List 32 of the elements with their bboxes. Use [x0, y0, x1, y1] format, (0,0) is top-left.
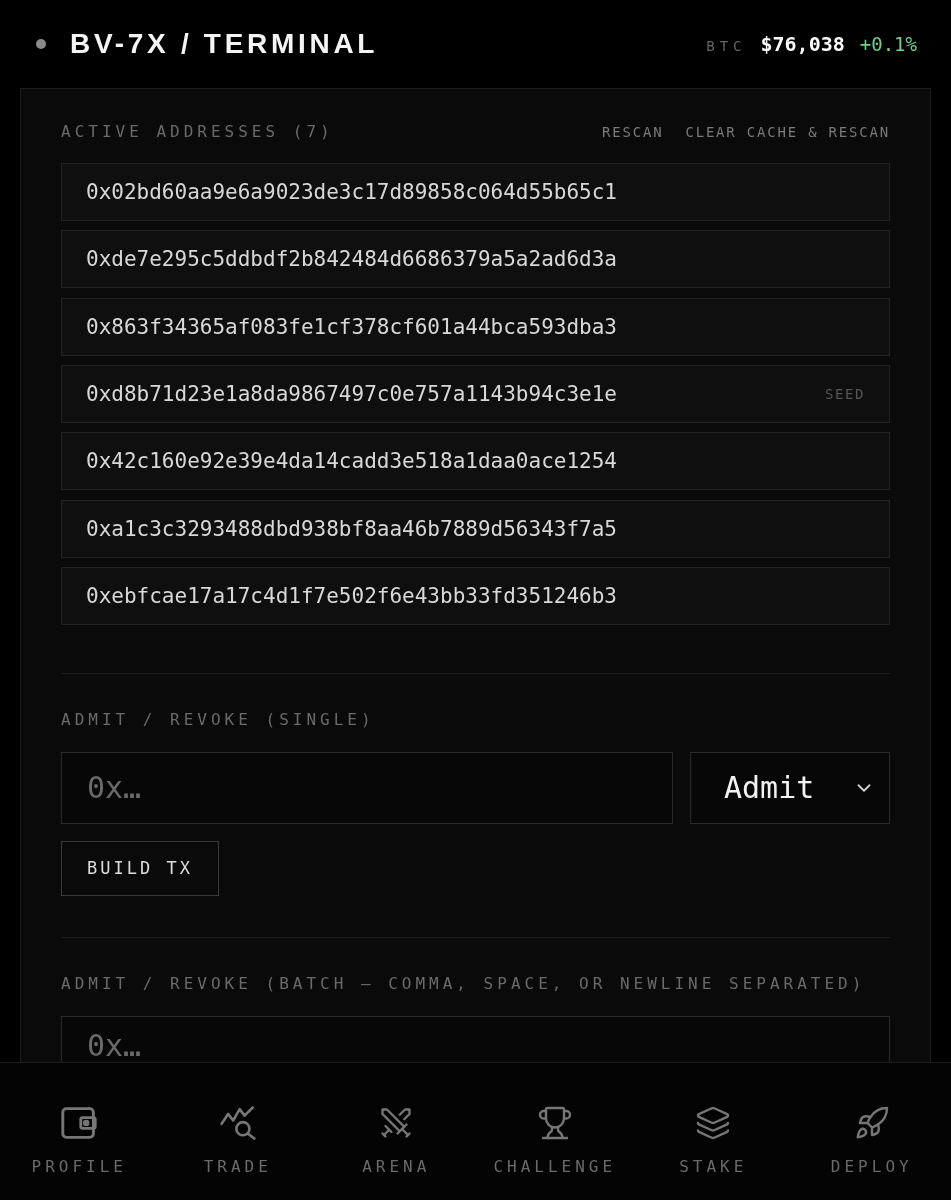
nav-item[interactable]: PROFILE — [0, 1063, 159, 1200]
address-text: 0x02bd60aa9e6a9023de3c17d89858c064d55b65c1 — [86, 180, 617, 204]
status-dot-icon — [36, 39, 46, 49]
action-link[interactable]: CLEAR CACHE & RESCAN — [685, 122, 890, 142]
trophy-icon — [536, 1105, 573, 1141]
action-select[interactable]: Admit — [690, 751, 890, 824]
nav-item[interactable]: DEPLOY — [792, 1063, 951, 1200]
action-link[interactable]: RESCAN — [602, 122, 664, 142]
address-text: 0xebfcae17a17c4d1f7e502f6e43bb33fd351246b3 — [86, 583, 617, 608]
ticker-change: +0.1% — [859, 33, 917, 55]
address-text: 0xa1c3c3293488dbd938bf8aa46b7889d56343f7a5 — [86, 516, 617, 541]
app-title: BV-7X / TERMINAL — [70, 28, 379, 60]
address-text: 0x42c160e92e39e4da14cadd3e518a1daa0ace1254 — [86, 449, 617, 474]
wallet-icon — [61, 1105, 98, 1141]
nav-item[interactable]: CHALLENGE — [475, 1063, 634, 1200]
nav-item[interactable]: ARENA — [317, 1063, 476, 1200]
build-tx-button[interactable]: BUILD TX — [61, 840, 219, 896]
ticker-price: $76,038 — [760, 32, 845, 56]
tag-text: SEED — [824, 386, 865, 402]
address-text: 0x863f34365af083fe1cf378cf601a44bca593dba3 — [86, 314, 617, 339]
address-text: 0xd8b71d23e1a8da9867497c0e757a1143b94c3e1e — [86, 382, 617, 406]
ticker-symbol: BTC — [706, 38, 747, 54]
batch-textarea[interactable]: 0x… — [61, 1015, 890, 1062]
section-title: ACTIVE ADDRESSES (7) — [61, 122, 334, 142]
address-text: 0xde7e295c5ddbdf2b842484d6686379a5a2ad6d3a — [86, 247, 617, 272]
nav-item[interactable]: TRADE — [158, 1063, 317, 1200]
section-title: ADMIT / REVOKE (SINGLE) — [61, 709, 375, 730]
address-input[interactable]: 0x… — [61, 751, 673, 824]
layers-icon — [695, 1105, 732, 1141]
chart-search-icon — [219, 1105, 256, 1141]
section-title: ADMIT / REVOKE (BATCH — COMMA, SPACE, OR NEWLINE SEPARATED) — [61, 973, 866, 994]
nav-item[interactable]: STAKE — [634, 1063, 793, 1200]
